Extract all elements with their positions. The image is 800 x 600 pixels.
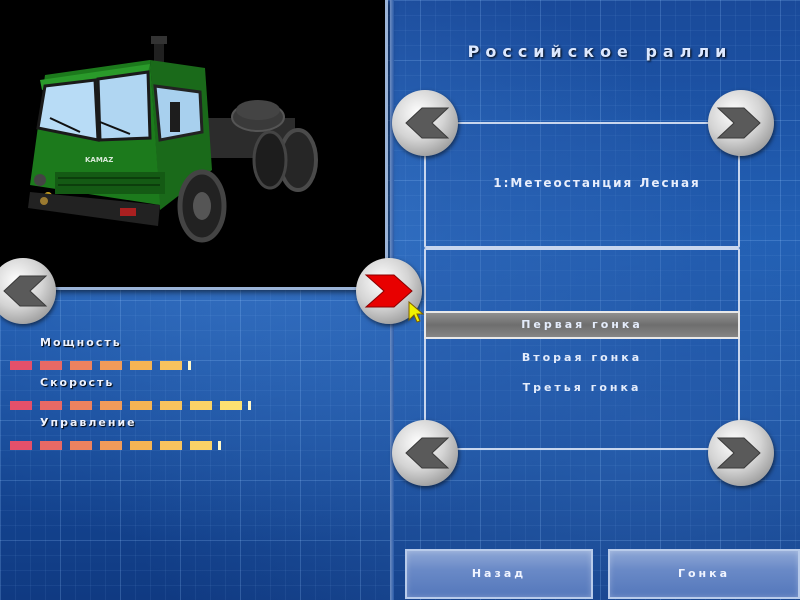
stat-bar-segment [130, 361, 152, 370]
back-button[interactable]: Назад [405, 549, 593, 599]
stat-bar-end-marker [248, 401, 251, 410]
truck-prev-button[interactable] [0, 258, 56, 324]
stat-label-power: Мощность [40, 336, 122, 349]
chevron-right-icon [716, 437, 761, 469]
stat-bar-segment [160, 441, 182, 450]
stat-bar-segment [100, 361, 122, 370]
race-item-third[interactable]: Третья гонка [424, 374, 740, 402]
stat-bar-segment [100, 441, 122, 450]
mouse-cursor-icon [408, 300, 425, 323]
chevron-left-icon [405, 107, 450, 139]
stat-bar-end-marker [218, 441, 221, 450]
truck-image: KAMAZ [28, 36, 318, 243]
stat-bar-segment [130, 441, 152, 450]
stat-bar-segment [10, 361, 32, 370]
race-button[interactable]: Гонка [608, 549, 800, 599]
truck-preview: KAMAZ [0, 0, 388, 290]
stat-bar-segment [40, 401, 62, 410]
race-next-button[interactable] [708, 420, 774, 486]
stat-label-speed: Скорость [40, 376, 115, 389]
chevron-left-icon [3, 275, 48, 307]
stat-bar-segment [40, 441, 62, 450]
stat-bar-segment [70, 441, 92, 450]
stat-bar-segment [220, 401, 242, 410]
kamaz-badge: KAMAZ [85, 156, 113, 164]
race-item-first[interactable]: Первая гонка [424, 311, 740, 339]
race-prev-button[interactable] [392, 420, 458, 486]
stat-label-handling: Управление [40, 416, 137, 429]
stat-bar-segment [70, 361, 92, 370]
stat-bar-segment [100, 401, 122, 410]
stat-bar-segment [40, 361, 62, 370]
chevron-right-icon [716, 107, 761, 139]
stat-bar-segment [190, 401, 212, 410]
stat-bar-segment [10, 401, 32, 410]
championship-title: Российское ралли [467, 42, 733, 61]
stat-bar-segment [130, 401, 152, 410]
stat-bar-segment [190, 441, 212, 450]
stage-name: 1:Метеостанция Лесная [493, 176, 701, 190]
stat-bar-end-marker [188, 361, 191, 370]
stat-bar-segment [10, 441, 32, 450]
stage-prev-button[interactable] [392, 90, 458, 156]
stat-bar-segment [160, 361, 182, 370]
race-item-second[interactable]: Вторая гонка [424, 344, 740, 372]
chevron-left-icon [405, 437, 450, 469]
stage-next-button[interactable] [708, 90, 774, 156]
stat-bar-segment [70, 401, 92, 410]
stat-bar-segment [160, 401, 182, 410]
